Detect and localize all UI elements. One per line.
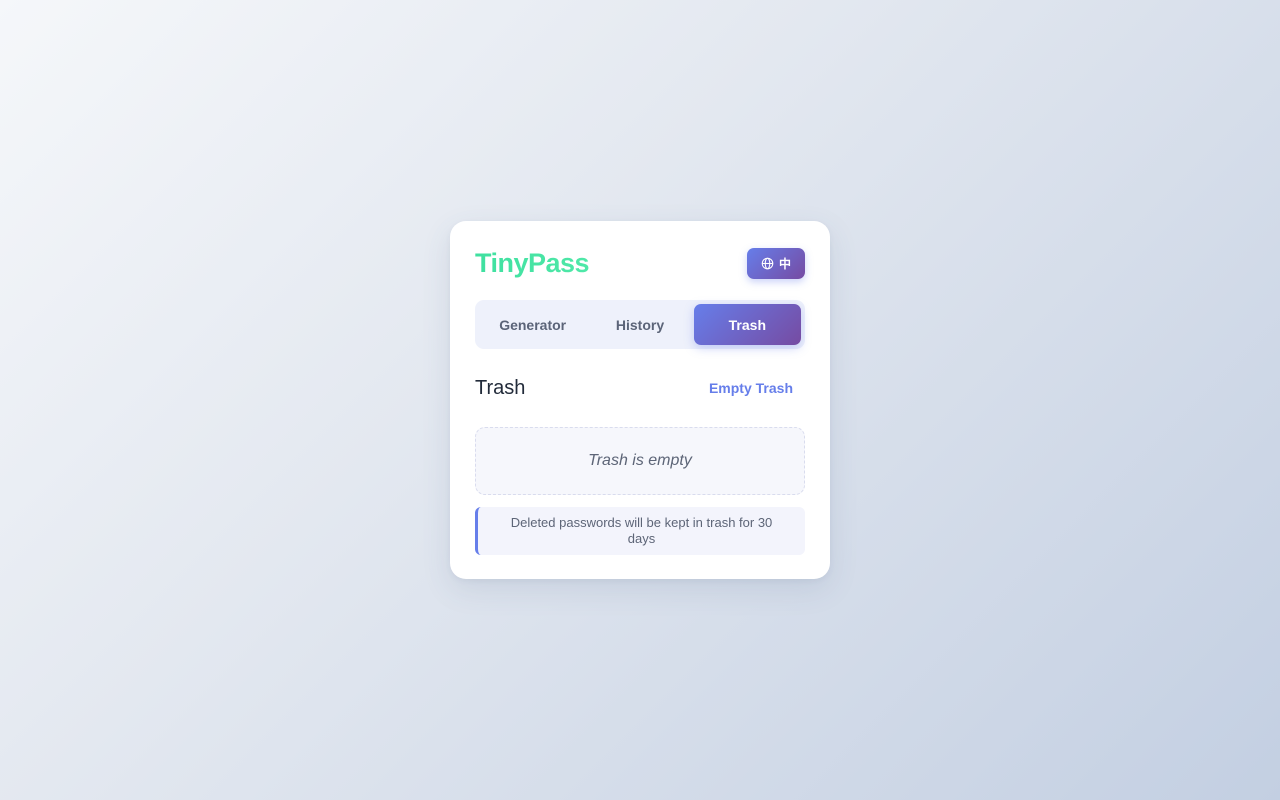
tab-trash[interactable]: Trash: [693, 304, 801, 345]
empty-trash-button[interactable]: Empty Trash: [697, 376, 805, 400]
tab-history[interactable]: History: [586, 304, 693, 345]
header: TinyPass 中: [475, 247, 805, 279]
app-logo: TinyPass: [475, 247, 590, 278]
tab-bar: Generator History Trash: [475, 300, 805, 349]
trash-empty-state: Trash is empty: [475, 427, 805, 495]
trash-title: Trash: [475, 376, 526, 399]
main-card: TinyPass 中 Generator History Trash Trash…: [450, 221, 830, 579]
language-label: 中: [778, 256, 791, 271]
trash-header: Trash Empty Trash: [475, 376, 805, 400]
tab-generator[interactable]: Generator: [479, 304, 586, 345]
retention-note: Deleted passwords will be kept in trash …: [475, 507, 805, 555]
globe-icon: [761, 257, 774, 269]
language-toggle-button[interactable]: 中: [747, 247, 805, 279]
